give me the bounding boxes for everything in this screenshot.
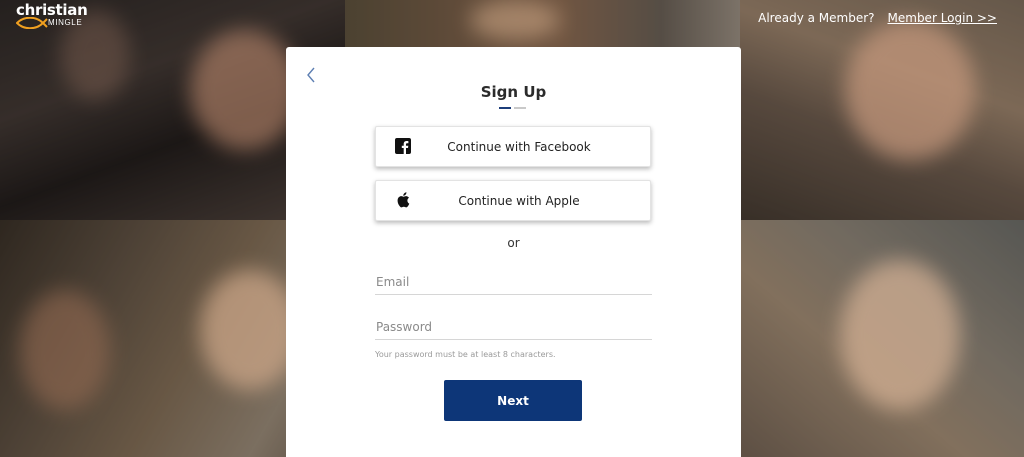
member-login-area: Already a Member? Member Login >> xyxy=(758,11,997,25)
password-hint: Your password must be at least 8 charact… xyxy=(375,350,556,359)
apple-icon xyxy=(397,192,410,208)
member-prompt: Already a Member? xyxy=(758,11,875,25)
continue-with-apple-button[interactable]: Continue with Apple xyxy=(375,180,651,221)
member-login-link[interactable]: Member Login >> xyxy=(888,11,997,25)
fish-icon xyxy=(16,17,48,29)
apple-button-label: Continue with Apple xyxy=(458,193,580,208)
signup-modal: Sign Up Continue with Facebook Continue … xyxy=(286,47,741,457)
brand-logo-subtitle: MINGLE xyxy=(48,18,83,27)
step-indicator-active xyxy=(499,107,511,109)
step-progress xyxy=(499,107,526,109)
email-field[interactable] xyxy=(375,269,652,295)
continue-with-facebook-button[interactable]: Continue with Facebook xyxy=(375,126,651,167)
facebook-button-label: Continue with Facebook xyxy=(447,139,591,154)
facebook-icon xyxy=(395,138,411,154)
back-chevron-icon[interactable] xyxy=(304,65,318,85)
step-indicator-inactive xyxy=(514,107,526,109)
password-field[interactable] xyxy=(375,314,652,340)
brand-logo[interactable]: christian MINGLE xyxy=(16,2,96,32)
page-title: Sign Up xyxy=(480,83,547,101)
brand-logo-wordmark: christian xyxy=(16,1,88,19)
next-button[interactable]: Next xyxy=(444,380,582,421)
or-divider: or xyxy=(507,236,520,250)
